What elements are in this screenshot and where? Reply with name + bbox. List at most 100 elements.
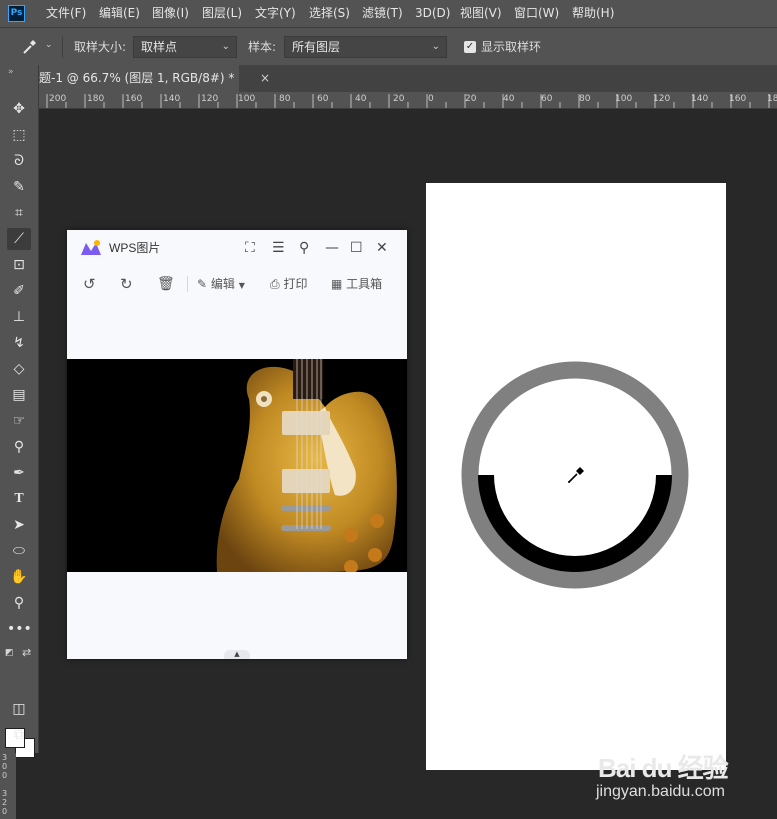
menu-view[interactable]: 视图(V) bbox=[460, 0, 502, 27]
wps-window-title: WPS图片 bbox=[109, 241, 161, 255]
ruler-label: 0 bbox=[2, 771, 8, 780]
history-brush-tool-icon[interactable]: ↯ bbox=[7, 332, 31, 354]
smudge-tool-icon[interactable]: ☞ bbox=[7, 410, 31, 432]
sample-layers-select[interactable]: 所有图层 ⌄ bbox=[284, 36, 447, 58]
print-button[interactable]: ⎙ 打印 bbox=[270, 275, 307, 293]
ruler-label: 2 bbox=[2, 798, 8, 807]
menu-edit[interactable]: 编辑(E) bbox=[99, 0, 140, 27]
menu-icon[interactable]: ☰ bbox=[272, 239, 285, 257]
document-canvas[interactable] bbox=[426, 183, 726, 770]
ruler-label: 160 bbox=[729, 94, 747, 104]
lasso-tool-icon[interactable]: ᘐ bbox=[7, 150, 31, 172]
pin-icon[interactable]: ⚲ bbox=[299, 239, 309, 257]
ruler-label: 20 bbox=[393, 94, 405, 104]
wps-logo-icon bbox=[81, 240, 101, 255]
rotate-left-icon[interactable]: ↺ bbox=[83, 275, 96, 293]
ruler-label: 60 bbox=[541, 94, 553, 104]
sample-label: 样本: bbox=[248, 40, 277, 54]
separator bbox=[187, 276, 188, 292]
ring-artwork bbox=[461, 361, 689, 589]
expand-thumbnails-button[interactable]: ▲ bbox=[224, 650, 250, 659]
caret-down-icon: ▼ bbox=[238, 281, 245, 290]
menu-filter[interactable]: 滤镜(T) bbox=[362, 0, 403, 27]
ruler-label: 140 bbox=[691, 94, 709, 104]
ruler-label: 0 bbox=[2, 762, 8, 771]
separator bbox=[62, 36, 63, 58]
close-icon[interactable]: ✕ bbox=[376, 239, 388, 257]
show-ring-label: 显示取样环 bbox=[481, 40, 542, 54]
baidu-watermark-url: jingyan.baidu.com bbox=[596, 783, 725, 800]
menu-window[interactable]: 窗口(W) bbox=[514, 0, 559, 27]
ruler-label: 0 bbox=[2, 807, 8, 816]
menu-select[interactable]: 选择(S) bbox=[309, 0, 350, 27]
more-tools-icon[interactable]: ••• bbox=[7, 618, 32, 640]
menu-image[interactable]: 图像(I) bbox=[152, 0, 189, 27]
maximize-icon[interactable]: ☐ bbox=[350, 239, 363, 257]
crop-tool-icon[interactable]: ⌗ bbox=[7, 202, 31, 224]
ruler-label: 120 bbox=[653, 94, 671, 104]
brush-tool-icon[interactable]: ✐ bbox=[7, 280, 31, 302]
edit-button[interactable]: ✎ 编辑 ▼ bbox=[197, 275, 245, 295]
hand-tool-icon[interactable]: ✋ bbox=[7, 566, 31, 588]
sample-size-select[interactable]: 取样点 ⌄ bbox=[133, 36, 237, 58]
menu-layer[interactable]: 图层(L) bbox=[202, 0, 242, 27]
edit-icon: ✎ bbox=[197, 277, 208, 291]
toolbox-button[interactable]: ▦ 工具箱 bbox=[331, 275, 382, 293]
eyedropper-tool-icon[interactable]: ⟋ bbox=[7, 228, 31, 250]
ruler-label: 3 bbox=[2, 753, 8, 762]
chevron-down-icon: ⌄ bbox=[431, 41, 440, 52]
tools-panel: » ✥ ⬚ ᘐ ✎ ⌗ ⟋ ⊡ ✐ ⊥ ↯ ◇ ▤ ☞ ⚲ ✒ T ➤ ⬭ ✋ … bbox=[0, 65, 39, 758]
delete-icon[interactable]: 🗑 bbox=[157, 275, 175, 293]
fullscreen-icon[interactable]: ⛶ bbox=[245, 239, 255, 257]
menu-bar: Ps 文件(F) 编辑(E) 图像(I) 图层(L) 文字(Y) 选择(S) 滤… bbox=[0, 0, 777, 27]
ruler-label: 40 bbox=[503, 94, 515, 104]
photoshop-logo: Ps bbox=[8, 5, 25, 22]
path-select-tool-icon[interactable]: ➤ bbox=[7, 514, 31, 536]
toolbox-label: 工具箱 bbox=[346, 277, 383, 291]
quick-mask-icon[interactable]: ◫ bbox=[7, 698, 31, 720]
ruler-label: 160 bbox=[125, 94, 143, 104]
default-colors-icon[interactable]: ◩ bbox=[5, 648, 14, 658]
swap-colors-icon[interactable]: ⇄ bbox=[22, 646, 31, 659]
edit-label: 编辑 bbox=[210, 277, 235, 291]
menu-type[interactable]: 文字(Y) bbox=[255, 0, 296, 27]
move-tool-icon[interactable]: ✥ bbox=[7, 98, 31, 120]
horizontal-ruler: 200 180 160 140 120 100 80 60 40 20 0 20… bbox=[39, 92, 777, 109]
options-bar: ⌄ 取样大小: 取样点 ⌄ 样本: 所有图层 ⌄ ✓ 显示取样环 bbox=[0, 27, 777, 65]
gradient-tool-icon[interactable]: ▤ bbox=[7, 384, 31, 406]
document-tab[interactable]: 题-1 @ 66.7% (图层 1, RGB/8#) * bbox=[39, 65, 239, 92]
stamp-tool-icon[interactable]: ⊥ bbox=[7, 306, 31, 328]
eyedropper-tool-icon[interactable] bbox=[20, 38, 40, 56]
eraser-tool-icon[interactable]: ◇ bbox=[7, 358, 31, 380]
healing-tool-icon[interactable]: ⊡ bbox=[7, 254, 31, 276]
rotate-right-icon[interactable]: ↻ bbox=[120, 275, 133, 293]
pen-tool-icon[interactable]: ✒ bbox=[7, 462, 31, 484]
dodge-tool-icon[interactable]: ⚲ bbox=[7, 436, 31, 458]
collapse-icon[interactable]: » bbox=[8, 67, 14, 77]
menu-file[interactable]: 文件(F) bbox=[46, 0, 86, 27]
close-icon[interactable]: × bbox=[260, 65, 270, 92]
ruler-label: 40 bbox=[355, 94, 367, 104]
ruler-label: 200 bbox=[49, 94, 67, 104]
chevron-down-icon: ⌄ bbox=[221, 41, 230, 52]
marquee-tool-icon[interactable]: ⬚ bbox=[7, 124, 31, 146]
ruler-label: 100 bbox=[238, 94, 256, 104]
print-label: 打印 bbox=[283, 277, 308, 291]
minimize-icon[interactable]: — bbox=[325, 239, 339, 257]
baidu-watermark-logo: Bai du 经验 bbox=[598, 753, 729, 783]
tool-preset-chevron-icon[interactable]: ⌄ bbox=[45, 40, 53, 50]
menu-3d[interactable]: 3D(D) bbox=[415, 0, 450, 27]
ruler-label: 20 bbox=[465, 94, 477, 104]
grid-icon: ▦ bbox=[331, 277, 343, 291]
screen-mode-icon[interactable]: ⧉ bbox=[7, 724, 31, 746]
menu-help[interactable]: 帮助(H) bbox=[572, 0, 614, 27]
quick-select-tool-icon[interactable]: ✎ bbox=[7, 176, 31, 198]
zoom-tool-icon[interactable]: ⚲ bbox=[7, 592, 31, 614]
type-tool-icon[interactable]: T bbox=[7, 488, 31, 510]
ellipse-tool-icon[interactable]: ⬭ bbox=[7, 540, 31, 562]
eyedropper-cursor-icon bbox=[568, 467, 584, 483]
ruler-label: 18 bbox=[767, 94, 777, 104]
ruler-label: 80 bbox=[279, 94, 291, 104]
show-ring-checkbox[interactable]: ✓ bbox=[464, 41, 476, 53]
guitar-photo bbox=[67, 359, 407, 572]
